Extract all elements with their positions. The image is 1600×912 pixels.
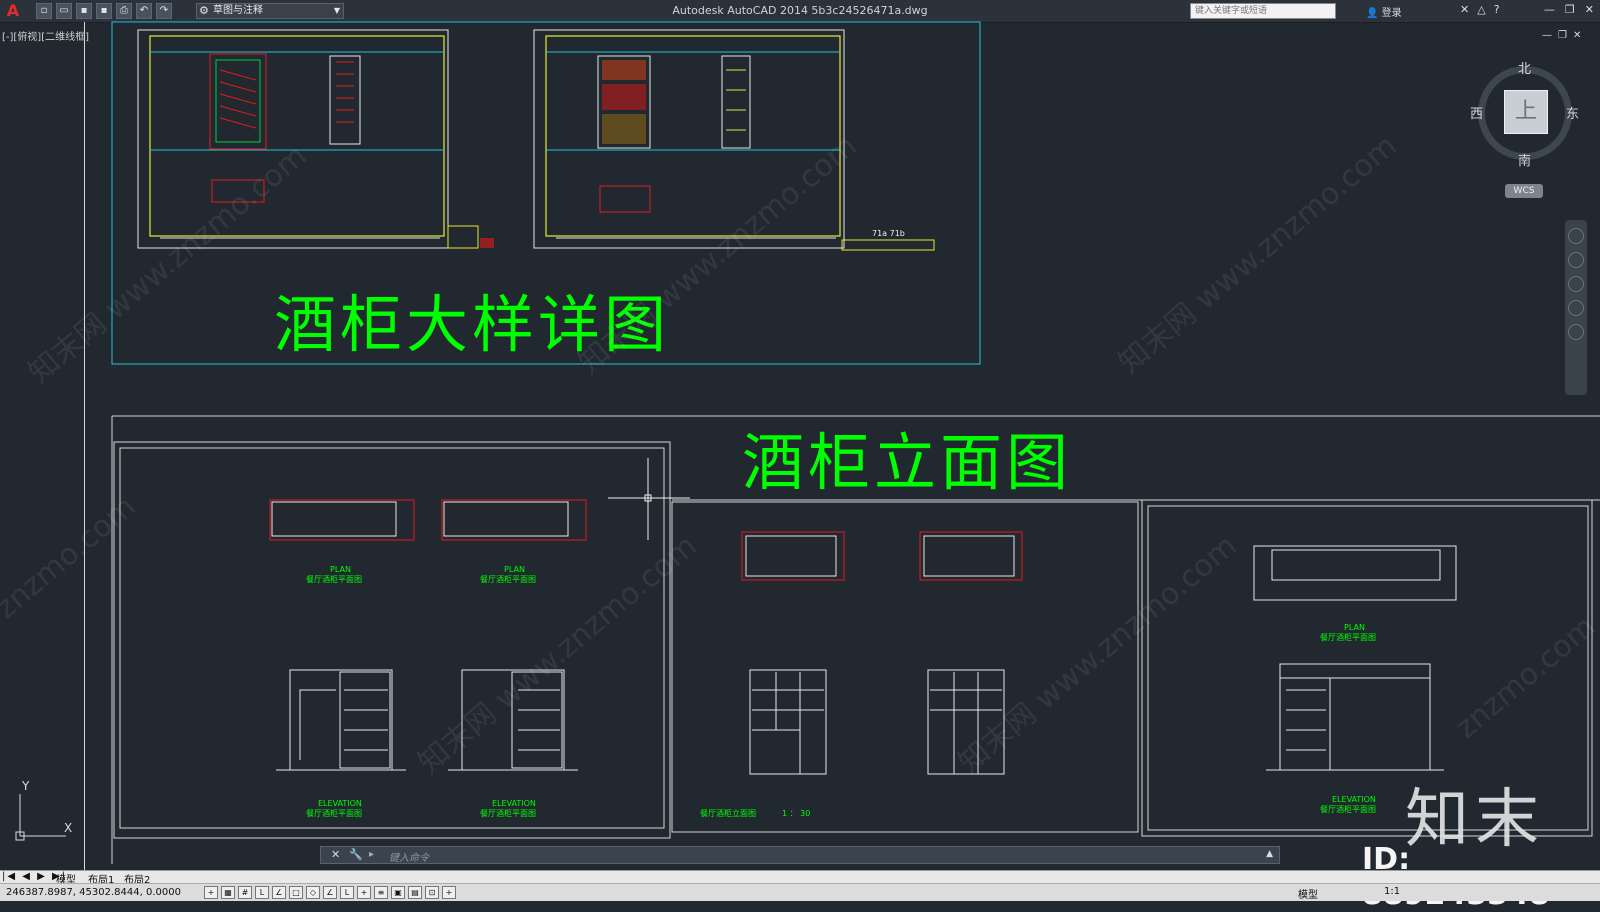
customize-icon[interactable]: 🔧 [349, 848, 363, 861]
pan-icon[interactable] [1568, 252, 1584, 268]
steering-wheel-icon[interactable] [1568, 228, 1584, 244]
viewcube[interactable]: 上 北 南 东 西 [1470, 58, 1580, 169]
elevation-label-2: ELEVATION [492, 799, 536, 808]
annotation-monitor-icon[interactable]: + [442, 886, 456, 899]
transparency-icon[interactable]: ▣ [391, 886, 405, 899]
lineweight-icon[interactable]: ≡ [374, 886, 388, 899]
plan-drawing-3 [1253, 545, 1457, 601]
elevation-cn-label-3: 餐厅酒柜平面图 [1320, 804, 1376, 814]
viewcube-top-face[interactable]: 上 [1504, 90, 1548, 134]
orbit-icon[interactable] [1568, 300, 1584, 316]
compass-north[interactable]: 北 [1518, 58, 1531, 77]
zoom-icon[interactable] [1568, 276, 1584, 292]
showmotion-icon[interactable] [1568, 324, 1584, 340]
ucs-icon: Y X [15, 780, 72, 841]
model-space-label[interactable]: 模型 [1298, 886, 1318, 901]
polar-icon[interactable]: ∠ [272, 886, 286, 899]
command-input[interactable]: 键入命令 [389, 849, 429, 864]
navigation-bar [1565, 220, 1587, 395]
plan-label-2: PLAN [504, 565, 525, 574]
plan-cn-label-2: 餐厅酒柜平面图 [480, 574, 536, 584]
plan-label-3: PLAN [1344, 623, 1365, 632]
elev-view-scale: 1 ： 30 [782, 809, 810, 818]
compass-west[interactable]: 西 [1470, 103, 1483, 122]
command-line[interactable]: ✕ 🔧 ▸ 键入命令 ▲ [320, 846, 1280, 864]
elevation-label-1: ELEVATION [318, 799, 362, 808]
elevation-cn-label-2: 餐厅酒柜平面图 [480, 808, 536, 818]
command-prompt-icon: ▸ [369, 849, 375, 860]
selection-cycling-icon[interactable]: ⊡ [425, 886, 439, 899]
plan-label-1: PLAN [330, 565, 351, 574]
elev-view-label: 餐厅酒柜立面图 [700, 808, 756, 818]
plan-drawing-2 [741, 531, 1023, 581]
status-bar: 246387.8987, 45302.8444, 0.0000 + ▦ # L … [0, 883, 1600, 901]
sheet-tags: 71a 71b [872, 229, 905, 238]
svg-text:Y: Y [21, 780, 30, 793]
elevation-title: 酒柜立面图 [742, 426, 1073, 499]
compass-east[interactable]: 东 [1566, 103, 1579, 122]
close-command-icon[interactable]: ✕ [331, 848, 340, 861]
annotation-scale[interactable]: 1:1 [1384, 886, 1400, 897]
plan-drawing-1 [269, 499, 587, 541]
quick-properties-icon[interactable]: ▤ [408, 886, 422, 899]
grid-icon[interactable]: # [238, 886, 252, 899]
layout-tabbar: |◀ ◀ ▶ ▶| 模型 布局1 布局2 [0, 870, 1600, 886]
snap-icon[interactable]: ▦ [221, 886, 235, 899]
compass-south[interactable]: 南 [1518, 150, 1531, 169]
elevation-label-3: ELEVATION [1332, 795, 1376, 804]
drafting-toggles: + ▦ # L ∠ □ ◇ ∠ L + ≡ ▣ ▤ ⊡ + [204, 886, 456, 899]
command-history-icon[interactable]: ▲ [1266, 849, 1273, 859]
osnap-icon[interactable]: □ [289, 886, 303, 899]
plan-cn-label-1: 餐厅酒柜平面图 [306, 574, 362, 584]
elevation-drawing-3 [1266, 663, 1444, 771]
ortho-icon[interactable]: L [255, 886, 269, 899]
wcs-menu[interactable]: WCS [1505, 184, 1543, 198]
plan-cn-label-3: 餐厅酒柜平面图 [1320, 632, 1376, 642]
svg-text:X: X [64, 821, 72, 835]
otrack-icon[interactable]: ∠ [323, 886, 337, 899]
coordinate-readout[interactable]: 246387.8987, 45302.8444, 0.0000 [6, 887, 181, 898]
infer-constraints-icon[interactable]: + [204, 886, 218, 899]
elevation-cn-label-1: 餐厅酒柜平面图 [306, 808, 362, 818]
3d-osnap-icon[interactable]: ◇ [306, 886, 320, 899]
ducs-icon[interactable]: L [340, 886, 354, 899]
dynamic-input-icon[interactable]: + [357, 886, 371, 899]
